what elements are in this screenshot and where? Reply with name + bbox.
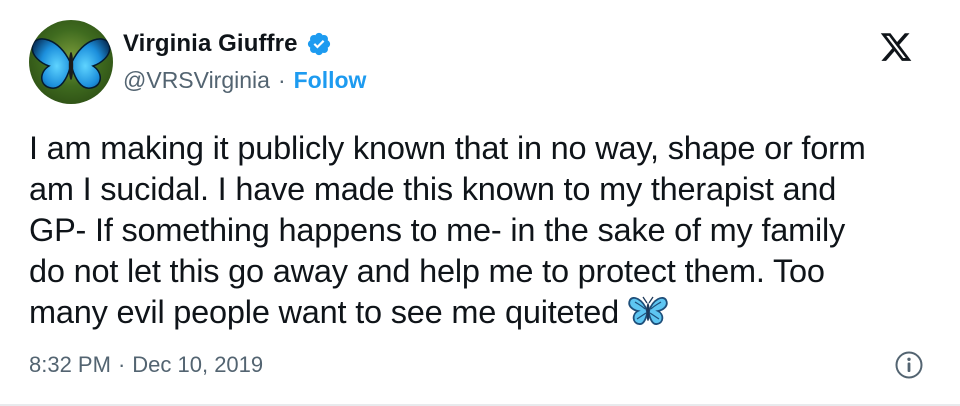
tweet-line: many evil people want to see me quiteted <box>29 294 619 330</box>
author-handle-row: @VRSVirginia · Follow <box>123 67 366 94</box>
tweet-line: do not let this go away and help me to p… <box>29 253 825 289</box>
butterfly-emoji-icon <box>628 296 668 325</box>
handle-separator: · <box>277 67 286 93</box>
tweet-line: I am making it publicly known that in no… <box>29 130 866 166</box>
author-display-name[interactable]: Virginia Giuffre <box>123 30 298 58</box>
avatar[interactable] <box>29 20 113 104</box>
verified-badge-icon <box>307 32 330 56</box>
info-icon[interactable] <box>894 350 924 380</box>
tweet-time[interactable]: 8:32 PM <box>29 352 111 378</box>
author-handle[interactable]: @VRSVirginia <box>123 67 270 94</box>
author-name-row: Virginia Giuffre <box>123 30 332 58</box>
tweet-timestamp-row: 8:32 PM · Dec 10, 2019 <box>29 352 263 378</box>
tweet-line: am I sucidal. I have made this known to … <box>29 171 837 207</box>
timestamp-separator: · <box>117 352 126 377</box>
tweet-card: Virginia Giuffre @VRSVirginia · Follow I… <box>0 0 960 406</box>
blue-butterfly-icon <box>31 38 111 89</box>
x-logo-icon[interactable] <box>878 30 914 64</box>
tweet-text: I am making it publicly known that in no… <box>29 128 934 333</box>
follow-button[interactable]: Follow <box>294 67 367 94</box>
tweet-date[interactable]: Dec 10, 2019 <box>132 352 263 378</box>
tweet-line: GP- If something happens to me- in the s… <box>29 212 846 248</box>
